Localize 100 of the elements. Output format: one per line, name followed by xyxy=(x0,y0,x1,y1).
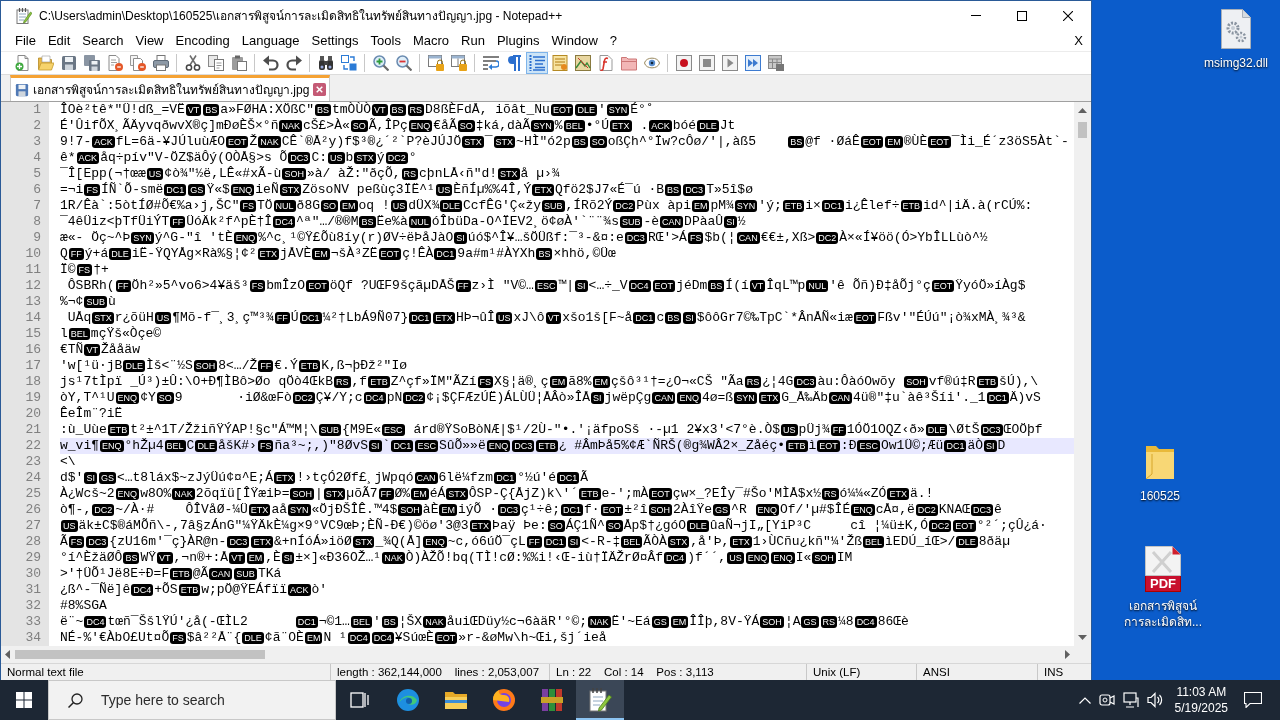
clock-time[interactable]: 11:03 AM xyxy=(1176,684,1227,700)
redo-icon[interactable] xyxy=(285,55,302,71)
search-field[interactable]: Type here to search xyxy=(48,680,336,720)
close-icon[interactable] xyxy=(1063,10,1073,21)
close-files-icon[interactable] xyxy=(129,55,146,71)
open-folder-icon[interactable] xyxy=(37,55,54,71)
function-icon[interactable] xyxy=(597,55,614,71)
menu-item[interactable]: Macro xyxy=(406,31,456,50)
speech-bubble-icon[interactable] xyxy=(1244,692,1262,708)
grid-icon[interactable] xyxy=(767,55,784,71)
menu-item[interactable]: Language xyxy=(235,31,306,50)
menu-item[interactable]: Tools xyxy=(364,31,407,50)
menu-item[interactable]: Window xyxy=(545,31,604,50)
control-character: FS xyxy=(249,280,266,292)
undo-icon[interactable] xyxy=(262,55,279,71)
menu-item[interactable]: Settings xyxy=(305,31,365,50)
file-tab[interactable]: เอกสารพิสูจน์การละเมิดสิทธิในทรัพย์สินทางปัญญา.jpg xyxy=(10,75,331,101)
control-character: SO xyxy=(547,520,565,532)
swirl-icon[interactable] xyxy=(396,688,420,712)
word-wrap-icon[interactable] xyxy=(482,55,499,71)
scroll-left-icon[interactable] xyxy=(5,650,10,659)
gears-file-icon[interactable] xyxy=(1221,9,1251,49)
code-text: &+nÍóÁ»iöØ xyxy=(273,534,352,550)
zoom-out-icon[interactable] xyxy=(395,55,412,71)
menu-item[interactable]: File xyxy=(9,31,42,50)
pilcrow-icon[interactable] xyxy=(505,55,522,71)
icon-label[interactable]: msimg32.dll xyxy=(1204,55,1268,71)
close-file-icon[interactable] xyxy=(106,55,123,71)
control-character: EOT xyxy=(931,280,955,292)
menu-item[interactable]: Run xyxy=(455,31,491,50)
document-icon[interactable] xyxy=(551,55,568,71)
code-text: !›tçÓ2Øf£¸jWpqó xyxy=(296,470,414,486)
scroll-up-icon[interactable] xyxy=(1078,108,1087,113)
binoculars-icon[interactable] xyxy=(317,55,334,71)
window-lock-icon[interactable] xyxy=(427,55,444,71)
control-character: US xyxy=(390,200,408,212)
control-character: SUB xyxy=(619,216,643,228)
scrollbar-thumb[interactable] xyxy=(15,650,265,659)
scissors-icon[interactable] xyxy=(184,55,201,71)
menu-item[interactable]: Edit xyxy=(41,31,77,50)
control-character: US xyxy=(435,184,453,196)
code-text: w8O% xyxy=(140,486,172,502)
indent-guide-icon[interactable] xyxy=(525,52,548,74)
record-icon[interactable] xyxy=(675,55,692,71)
icon-label[interactable]: 160525 xyxy=(1139,488,1180,504)
control-character: EM xyxy=(670,616,689,628)
control-character: ETX xyxy=(248,504,271,516)
menu-item[interactable]: Plugins xyxy=(490,31,546,50)
chevron-up-icon[interactable] xyxy=(1078,696,1091,704)
scroll-right-icon[interactable] xyxy=(1065,650,1070,659)
clock-date[interactable]: 5/19/2025 xyxy=(1174,700,1228,716)
code-text: ZösoNV peßùç3ÏË^¹ xyxy=(302,182,435,198)
menu-item[interactable]: Encoding xyxy=(169,31,236,50)
replace-icon[interactable] xyxy=(340,55,357,71)
play-icon[interactable] xyxy=(721,55,738,71)
globe-icon[interactable] xyxy=(492,688,516,712)
line-number: 5 xyxy=(1,166,49,182)
control-character: FF xyxy=(455,280,471,292)
code-text: €åÃ xyxy=(433,118,457,134)
control-character: US xyxy=(727,552,744,564)
code-text: ìEDÚ_íŒ>/ xyxy=(885,534,956,550)
maximize-icon[interactable] xyxy=(1017,10,1027,21)
floppy-disks-icon[interactable] xyxy=(83,55,100,71)
close-document[interactable]: X xyxy=(1070,31,1087,50)
monitor-icon[interactable] xyxy=(1122,692,1139,708)
menu-item[interactable]: ? xyxy=(603,31,624,50)
menu-item[interactable]: Search xyxy=(76,31,130,50)
zoom-in-icon[interactable] xyxy=(372,55,389,71)
speaker-icon[interactable] xyxy=(1146,692,1163,708)
horizontal-scrollbar[interactable] xyxy=(1,646,1074,663)
control-character: STX xyxy=(446,488,468,500)
scroll-down-icon[interactable] xyxy=(1078,635,1087,640)
code-text: °hŽµ4 xyxy=(124,438,164,454)
control-character: ETX xyxy=(730,536,752,548)
scrollbar-thumb[interactable] xyxy=(1078,122,1087,138)
window-title: C:\Users\admin\Desktop\160525\เอกสารพิสูจน์การละเมิดสิทธิในทรัพย์สินทางปัญญา.jpg - Notepad++ xyxy=(39,7,563,25)
icon-label[interactable]: เอกสารพิสูจน์ การละเมิดสิท... xyxy=(1124,598,1202,630)
clipboard-icon[interactable] xyxy=(230,55,247,71)
printer-icon[interactable] xyxy=(152,55,169,71)
code-text: ÊeÎm¨?iË xyxy=(60,406,123,422)
notepad-icon[interactable] xyxy=(576,680,624,720)
document-icon[interactable] xyxy=(1145,546,1181,576)
books-icon[interactable] xyxy=(540,688,564,712)
four-squares-icon[interactable] xyxy=(16,692,32,708)
code-text: ¥SúœÈ xyxy=(394,630,434,646)
vertical-scrollbar[interactable] xyxy=(1074,102,1091,646)
fast-forward-icon[interactable] xyxy=(744,55,761,71)
eye-icon[interactable] xyxy=(643,55,660,71)
stop-icon[interactable] xyxy=(698,55,715,71)
camera-icon[interactable] xyxy=(1098,692,1115,708)
control-character: NAK xyxy=(588,616,611,628)
new-file-icon[interactable] xyxy=(14,55,31,71)
line-number: 3 xyxy=(1,134,49,150)
control-character: EOT xyxy=(817,440,840,452)
window-lock-icon[interactable] xyxy=(450,55,467,71)
copy-icon[interactable] xyxy=(207,55,224,71)
control-character: DC2 xyxy=(816,232,839,244)
control-character: STX xyxy=(493,136,516,148)
map-icon[interactable] xyxy=(574,55,591,71)
menu-item[interactable]: View xyxy=(129,31,170,50)
